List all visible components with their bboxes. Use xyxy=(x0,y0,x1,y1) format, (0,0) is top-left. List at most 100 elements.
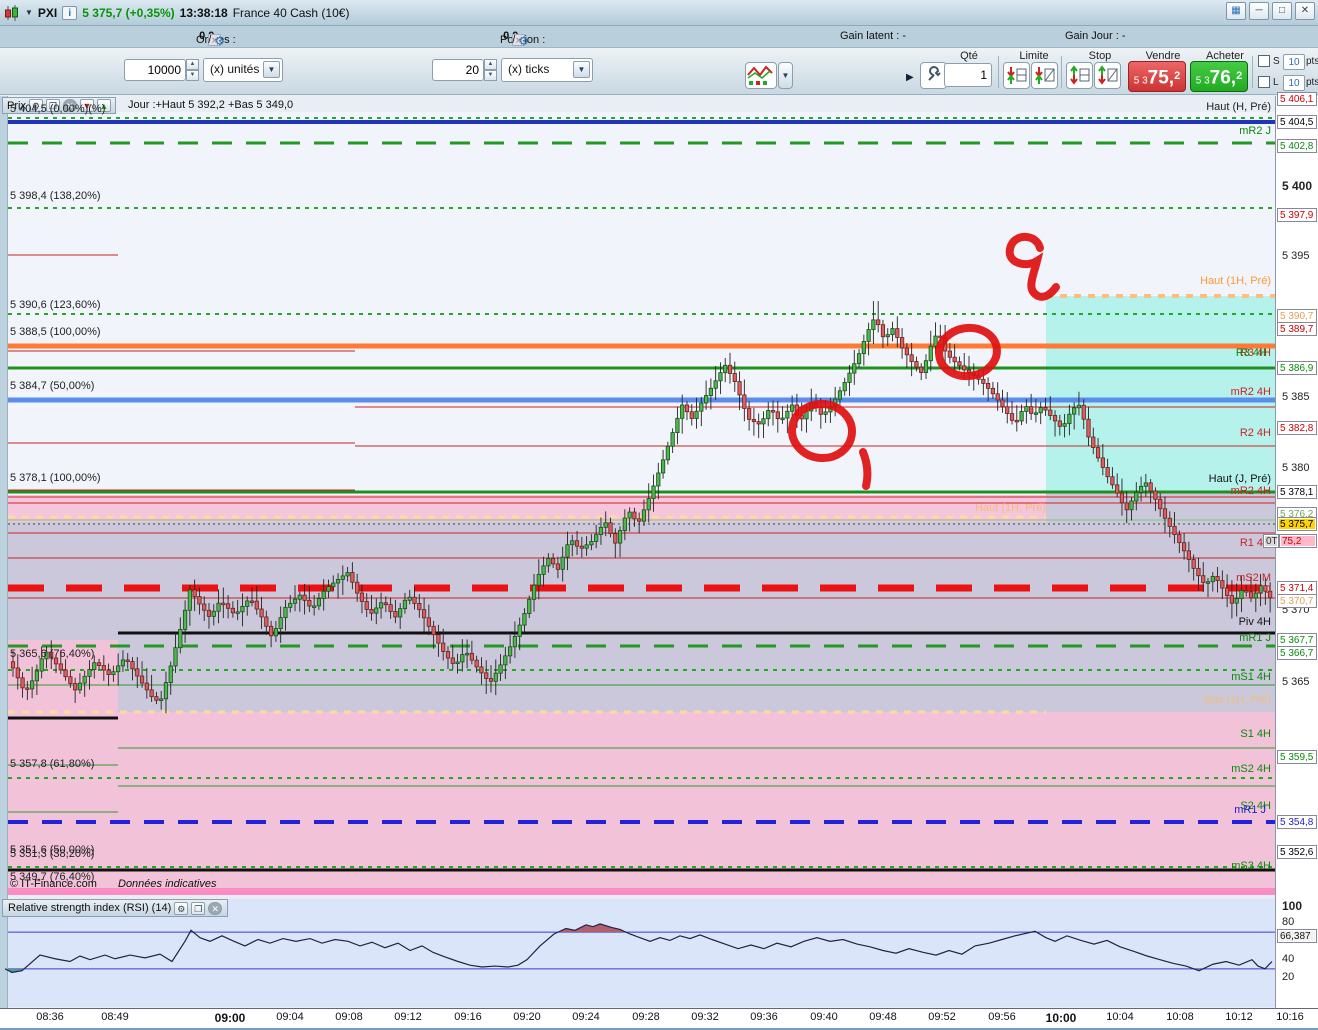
candle-up xyxy=(1239,590,1244,600)
candle-down xyxy=(25,687,30,690)
price-axis-tick: 5 385 xyxy=(1282,391,1310,403)
candle-down xyxy=(412,596,417,604)
candle-down xyxy=(130,661,135,670)
candle-up xyxy=(723,364,728,374)
time-axis-label: 10:08 xyxy=(1166,1011,1194,1023)
candle-up xyxy=(603,522,608,528)
time-axis-label: 09:56 xyxy=(988,1011,1016,1023)
candle-up xyxy=(871,319,876,330)
candle-down xyxy=(1014,419,1019,423)
candle-down xyxy=(1095,447,1101,459)
candle-up xyxy=(345,572,350,577)
candle-down xyxy=(981,378,986,384)
candle-down xyxy=(608,522,613,535)
candle-down xyxy=(488,678,494,682)
candle-up xyxy=(699,402,704,412)
candle-up xyxy=(120,659,126,667)
candle-down xyxy=(135,668,140,677)
candle-up xyxy=(331,582,336,588)
wrench-icon[interactable]: ⚙ xyxy=(174,901,189,915)
candle-up xyxy=(512,635,518,648)
candle-up xyxy=(111,671,116,675)
close-pane-icon[interactable]: ✕ xyxy=(62,99,77,112)
candle-up xyxy=(273,628,279,637)
candle-down xyxy=(895,328,900,338)
candle-up xyxy=(87,669,92,677)
candle-down xyxy=(202,603,207,611)
candle-up xyxy=(923,360,929,373)
candle-up xyxy=(694,410,699,419)
wrench-icon[interactable]: ⚙ xyxy=(28,99,43,112)
candle-down xyxy=(962,365,967,371)
candle-up xyxy=(622,517,627,531)
candle-down xyxy=(388,604,393,612)
window-icon[interactable]: ❐ xyxy=(45,99,60,112)
candle-up xyxy=(861,341,866,355)
candle-up xyxy=(335,579,341,584)
buy-arrow-icon[interactable]: ▲ xyxy=(96,99,111,112)
candle-down xyxy=(1172,525,1177,535)
candle-down xyxy=(775,411,780,419)
price-axis-value-box: 5 370,7 xyxy=(1277,594,1317,608)
close-pane-icon[interactable]: ✕ xyxy=(208,901,223,915)
candle-down xyxy=(230,607,235,614)
candle-down xyxy=(613,533,618,544)
candle-up xyxy=(508,646,513,657)
candle-up xyxy=(326,586,331,592)
candle-down xyxy=(1091,436,1096,448)
candle-down xyxy=(637,518,642,522)
candle-up xyxy=(680,404,685,419)
candle-up xyxy=(708,387,713,396)
window-icon[interactable]: ❐ xyxy=(191,901,206,915)
candle-down xyxy=(106,669,111,675)
candle-down xyxy=(249,600,255,603)
candle-down xyxy=(1052,415,1058,422)
candle-down xyxy=(426,617,431,627)
time-axis-label: 09:40 xyxy=(810,1011,838,1023)
candle-up xyxy=(584,544,589,549)
candle-up xyxy=(713,380,718,389)
sell-arrow-icon[interactable]: ▼ xyxy=(79,99,94,112)
candle-up xyxy=(527,598,532,614)
candle-up xyxy=(292,598,298,604)
candle-down xyxy=(1248,591,1254,599)
candle-up xyxy=(675,417,680,433)
candle-up xyxy=(92,662,97,670)
candle-up xyxy=(766,410,771,420)
candle-down xyxy=(73,683,78,691)
rsi-value-box: 66,387 xyxy=(1277,929,1317,943)
candle-down xyxy=(1229,595,1234,604)
price-axis-value-box: 5 404,5 xyxy=(1277,115,1317,129)
candle-up xyxy=(660,459,666,474)
candle-down xyxy=(68,676,73,684)
candle-down xyxy=(450,657,455,664)
candle-up xyxy=(39,658,44,672)
candle-down xyxy=(952,356,957,363)
price-axis-tick: 5 365 xyxy=(1282,676,1310,688)
candle-up xyxy=(1138,485,1144,493)
candle-up xyxy=(617,530,623,544)
candle-down xyxy=(732,373,737,382)
candle-down xyxy=(689,411,694,419)
candle-up xyxy=(1234,598,1239,604)
candle-down xyxy=(383,602,388,606)
candle-up xyxy=(235,611,240,614)
candle-up xyxy=(168,665,173,683)
candle-down xyxy=(1153,490,1158,500)
candle-up xyxy=(928,345,933,362)
candle-down xyxy=(1029,406,1034,414)
price-axis[interactable] xyxy=(1275,96,1318,1008)
candle-down xyxy=(1268,590,1273,599)
candle-up xyxy=(1143,482,1148,487)
price-axis-value-box: 5 397,9 xyxy=(1277,208,1317,222)
candle-down xyxy=(574,540,580,547)
time-axis-label: 09:12 xyxy=(394,1011,422,1023)
candle-up xyxy=(656,472,661,487)
candle-up xyxy=(598,526,604,536)
candle-up xyxy=(77,682,83,691)
price-axis-value-box: 5 386,9 xyxy=(1277,361,1317,375)
candle-up xyxy=(503,655,508,666)
price-chart-canvas[interactable] xyxy=(0,0,1318,1030)
candle-up xyxy=(402,599,408,610)
time-axis-label: 10:16 xyxy=(1276,1011,1304,1023)
